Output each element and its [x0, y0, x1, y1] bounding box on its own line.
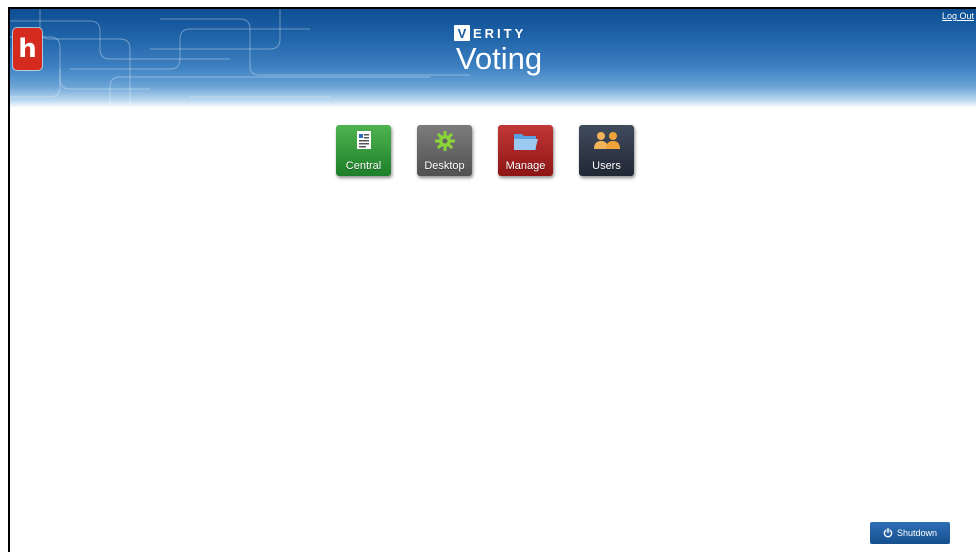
app-launcher: Central Desktop Manage Users [336, 125, 634, 176]
users-icon [593, 132, 620, 149]
brand-name: ERITY [473, 25, 527, 41]
shutdown-label: Shutdown [896, 528, 938, 538]
users-app-label: Users [592, 160, 621, 172]
central-app-button[interactable]: Central [336, 125, 391, 176]
document-icon [356, 131, 371, 149]
page-title: Voting [455, 41, 543, 76]
shutdown-button[interactable]: Shutdown [870, 522, 950, 544]
power-icon [883, 528, 893, 538]
logout-link[interactable]: Log Out [942, 11, 974, 21]
app-window: h V ERITY Voting Log Out Central Desktop… [8, 7, 976, 552]
central-app-label: Central [345, 160, 382, 172]
desktop-app-button[interactable]: Desktop [417, 125, 472, 176]
gear-icon [434, 131, 455, 151]
desktop-app-label: Desktop [424, 160, 465, 172]
manage-app-button[interactable]: Manage [498, 125, 553, 176]
brand-initial: V [454, 25, 470, 41]
folder-icon [513, 134, 538, 150]
header-banner: h V ERITY Voting Log Out [10, 9, 976, 108]
users-app-button[interactable]: Users [579, 125, 634, 176]
manage-app-label: Manage [505, 160, 546, 172]
